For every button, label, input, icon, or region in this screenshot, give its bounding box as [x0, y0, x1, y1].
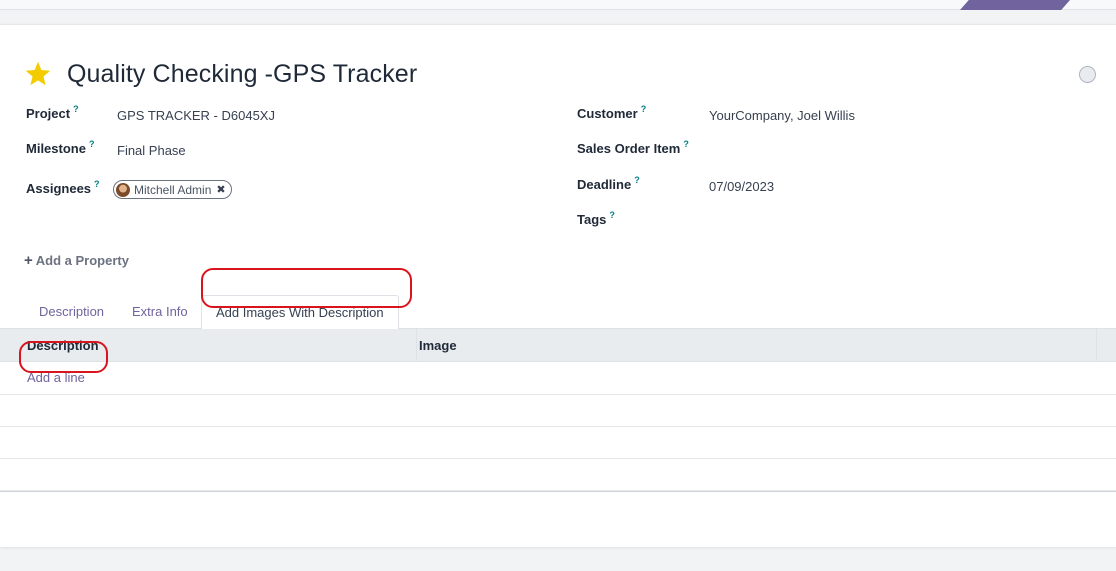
sales-order-item-input[interactable]: [709, 143, 1089, 159]
deadline-value[interactable]: 07/09/2023: [709, 179, 774, 194]
table-row: [0, 458, 1116, 491]
sales-order-item-field-label: Sales Order Item ?: [577, 139, 689, 157]
tags-field-label: Tags ?: [577, 210, 615, 228]
top-bar-accent: [960, 0, 1070, 10]
tags-input[interactable]: [709, 214, 1089, 230]
tags-label: Tags: [577, 212, 607, 227]
column-header-description[interactable]: Description: [27, 329, 99, 362]
tab-extra-info[interactable]: Extra Info: [132, 295, 188, 329]
help-icon[interactable]: ?: [89, 139, 95, 149]
project-field-label: Project ?: [26, 104, 79, 122]
milestone-value[interactable]: Final Phase: [117, 143, 186, 158]
help-icon[interactable]: ?: [634, 175, 640, 185]
task-title[interactable]: Quality Checking -GPS Tracker: [67, 60, 417, 89]
customer-label: Customer: [577, 106, 638, 121]
milestone-field-label: Milestone ?: [26, 139, 95, 157]
table-row: [0, 362, 1116, 395]
help-icon[interactable]: ?: [609, 210, 615, 220]
tab-add-images-with-description[interactable]: Add Images With Description: [201, 295, 399, 330]
remove-tag-icon[interactable]: ✖: [216, 183, 225, 196]
table-row: [0, 426, 1116, 459]
help-icon[interactable]: ?: [683, 139, 689, 149]
milestone-label: Milestone: [26, 141, 86, 156]
form-sheet: Quality Checking -GPS Tracker Project ? …: [0, 24, 1116, 547]
customer-value[interactable]: YourCompany, Joel Willis: [709, 108, 855, 123]
table-row: [0, 394, 1116, 427]
column-separator: [416, 329, 417, 362]
tab-description[interactable]: Description: [39, 295, 104, 329]
deadline-field-label: Deadline ?: [577, 175, 640, 193]
top-bar: [0, 0, 1116, 10]
notebook-tabs: Description Extra Info Add Images With D…: [0, 295, 1116, 330]
help-icon[interactable]: ?: [73, 104, 79, 114]
help-icon[interactable]: ?: [641, 104, 647, 114]
assignee-tag[interactable]: Mitchell Admin ✖: [113, 180, 232, 199]
help-icon[interactable]: ?: [94, 179, 100, 189]
assignees-label: Assignees: [26, 181, 92, 196]
assignee-name: Mitchell Admin: [134, 182, 212, 197]
table-bottom-border: [0, 491, 1116, 492]
table-header: Description Image: [0, 329, 1116, 362]
kanban-state-icon[interactable]: [1079, 66, 1096, 83]
star-icon[interactable]: [24, 60, 52, 88]
assignees-field-label: Assignees ?: [26, 179, 100, 197]
project-label: Project: [26, 106, 71, 121]
plus-icon: +: [24, 252, 33, 269]
deadline-label: Deadline: [577, 177, 632, 192]
column-header-image[interactable]: Image: [419, 329, 457, 362]
customer-field-label: Customer ?: [577, 104, 647, 122]
sales-order-item-label: Sales Order Item: [577, 141, 681, 156]
add-property-label: Add a Property: [35, 253, 129, 268]
add-a-line-link[interactable]: Add a line: [27, 370, 85, 385]
add-property-button[interactable]: + Add a Property: [24, 252, 129, 269]
title-row: Quality Checking -GPS Tracker: [24, 58, 417, 90]
column-separator: [1096, 329, 1097, 362]
avatar: [116, 182, 130, 197]
project-value[interactable]: GPS TRACKER - D6045XJ: [117, 108, 275, 123]
